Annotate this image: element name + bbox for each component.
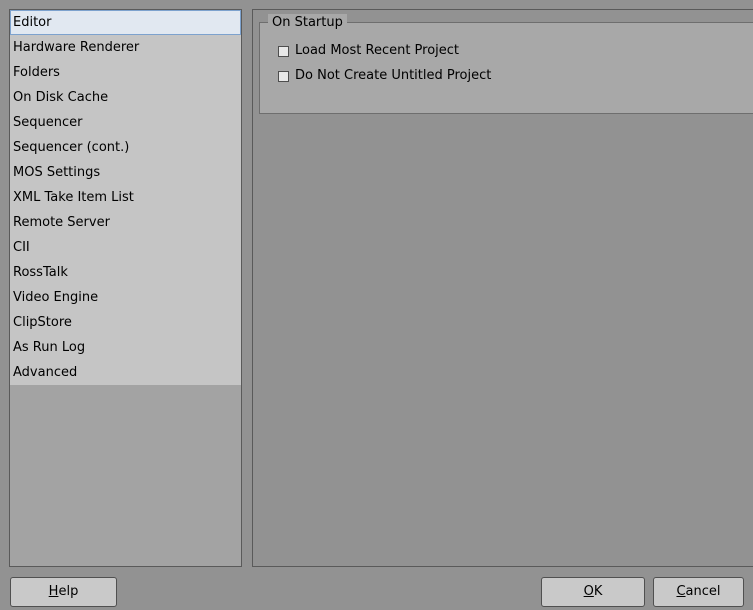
category-item-video-engine[interactable]: Video Engine [10,285,241,310]
load-most-recent-project-checkbox[interactable] [278,45,289,57]
category-item-on-disk-cache[interactable]: On Disk Cache [10,85,241,110]
ok-button[interactable]: OK [541,577,645,607]
do-not-create-untitled-project-option[interactable]: Do Not Create Untitled Project [278,67,491,85]
category-item-sequencer[interactable]: Sequencer [10,110,241,135]
category-item-cii[interactable]: CII [10,235,241,260]
category-item-hardware-renderer[interactable]: Hardware Renderer [10,35,241,60]
category-item-mos-settings[interactable]: MOS Settings [10,160,241,185]
cancel-button-label: ancel [685,584,721,599]
cancel-button-mnemonic: C [676,584,686,599]
help-button-label: elp [58,584,79,599]
category-item-rosstalk[interactable]: RossTalk [10,260,241,285]
settings-category-list: Editor Hardware Renderer Folders On Disk… [9,9,242,567]
on-startup-group-title: On Startup [268,14,347,31]
category-item-advanced[interactable]: Advanced [10,360,241,385]
load-most-recent-project-label[interactable]: Load Most Recent Project [295,42,459,60]
on-startup-group: On Startup Load Most Recent Project Do N… [259,14,753,114]
cancel-button[interactable]: Cancel [653,577,744,607]
help-button[interactable]: Help [10,577,117,607]
category-item-xml-take-item-list[interactable]: XML Take Item List [10,185,241,210]
category-item-remote-server[interactable]: Remote Server [10,210,241,235]
load-most-recent-project-option[interactable]: Load Most Recent Project [278,42,459,60]
settings-content-panel: On Startup Load Most Recent Project Do N… [252,9,753,567]
category-list-items: Editor Hardware Renderer Folders On Disk… [10,10,241,385]
category-item-sequencer-cont[interactable]: Sequencer (cont.) [10,135,241,160]
do-not-create-untitled-project-checkbox[interactable] [278,70,289,82]
category-item-editor[interactable]: Editor [10,10,241,35]
do-not-create-untitled-project-label[interactable]: Do Not Create Untitled Project [295,67,491,85]
help-button-mnemonic: H [48,584,59,599]
category-item-as-run-log[interactable]: As Run Log [10,335,241,360]
category-item-clipstore[interactable]: ClipStore [10,310,241,335]
category-item-folders[interactable]: Folders [10,60,241,85]
ok-button-label: K [593,584,603,599]
ok-button-mnemonic: O [583,584,594,599]
